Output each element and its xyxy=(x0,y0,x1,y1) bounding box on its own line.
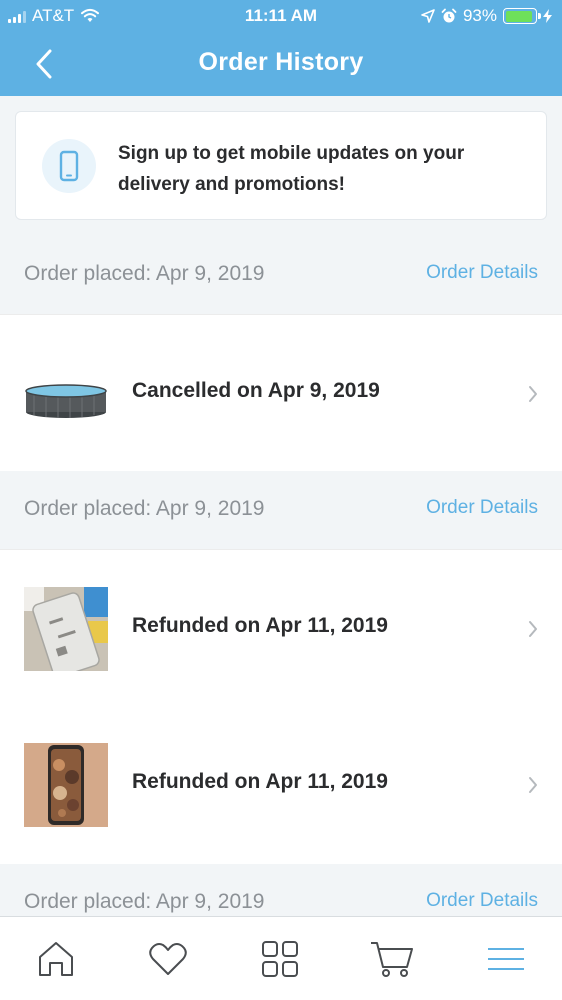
tab-wishlist[interactable] xyxy=(138,937,198,981)
status-bar: AT&T 11:11 AM 93% xyxy=(0,0,562,32)
battery-icon xyxy=(503,8,541,24)
order-placed-date: Order placed: Apr 9, 2019 xyxy=(24,497,265,520)
bottom-tab-bar xyxy=(0,916,562,1000)
app-header: AT&T 11:11 AM 93% Order History xyxy=(0,0,562,96)
chevron-right-icon xyxy=(529,777,537,793)
mobile-updates-banner[interactable]: Sign up to get mobile updates on your de… xyxy=(15,111,547,220)
heart-icon xyxy=(149,943,187,975)
alarm-icon xyxy=(441,8,457,23)
tab-categories[interactable] xyxy=(250,937,310,981)
nav-bar: Order History xyxy=(0,32,562,96)
grid-icon xyxy=(262,941,298,977)
status-right: 93% xyxy=(421,6,552,26)
location-icon xyxy=(421,9,435,23)
promo-text: Sign up to get mobile updates on your de… xyxy=(118,143,465,195)
cart-icon xyxy=(371,942,413,977)
order-details-link[interactable]: Order Details xyxy=(426,497,538,519)
chevron-right-icon xyxy=(529,386,537,402)
order-item-status: Cancelled on Apr 9, 2019 xyxy=(132,379,380,402)
phone-case-thumbnail xyxy=(24,743,108,827)
order-details-link[interactable]: Order Details xyxy=(426,262,538,284)
tab-menu[interactable] xyxy=(476,937,536,981)
battery-percent: 93% xyxy=(462,6,497,25)
home-icon xyxy=(39,942,73,976)
tab-home[interactable] xyxy=(26,937,86,981)
chevron-right-icon xyxy=(529,621,537,637)
order-placed-date: Order placed: Apr 9, 2019 xyxy=(24,890,265,913)
order-details-link[interactable]: Order Details xyxy=(426,890,538,912)
phone-case-thumbnail xyxy=(24,587,108,671)
order-item-status: Refunded on Apr 11, 2019 xyxy=(132,614,388,637)
menu-icon xyxy=(488,948,524,970)
tab-cart[interactable] xyxy=(362,937,422,981)
phone-icon xyxy=(42,139,96,193)
order-item-status: Refunded on Apr 11, 2019 xyxy=(132,770,388,793)
charging-icon xyxy=(543,9,552,23)
order-item[interactable]: Cancelled on Apr 9, 2019 xyxy=(0,314,562,472)
order-header: Order placed: Apr 9, 2019 Order Details xyxy=(0,236,562,314)
order-item[interactable]: Refunded on Apr 11, 2019 xyxy=(0,549,562,707)
order-placed-date: Order placed: Apr 9, 2019 xyxy=(24,262,265,285)
pool-product-thumbnail xyxy=(25,384,107,418)
page-title: Order History xyxy=(198,48,364,76)
order-item[interactable]: Refunded on Apr 11, 2019 xyxy=(0,706,562,864)
order-header: Order placed: Apr 9, 2019 Order Details xyxy=(0,471,562,549)
